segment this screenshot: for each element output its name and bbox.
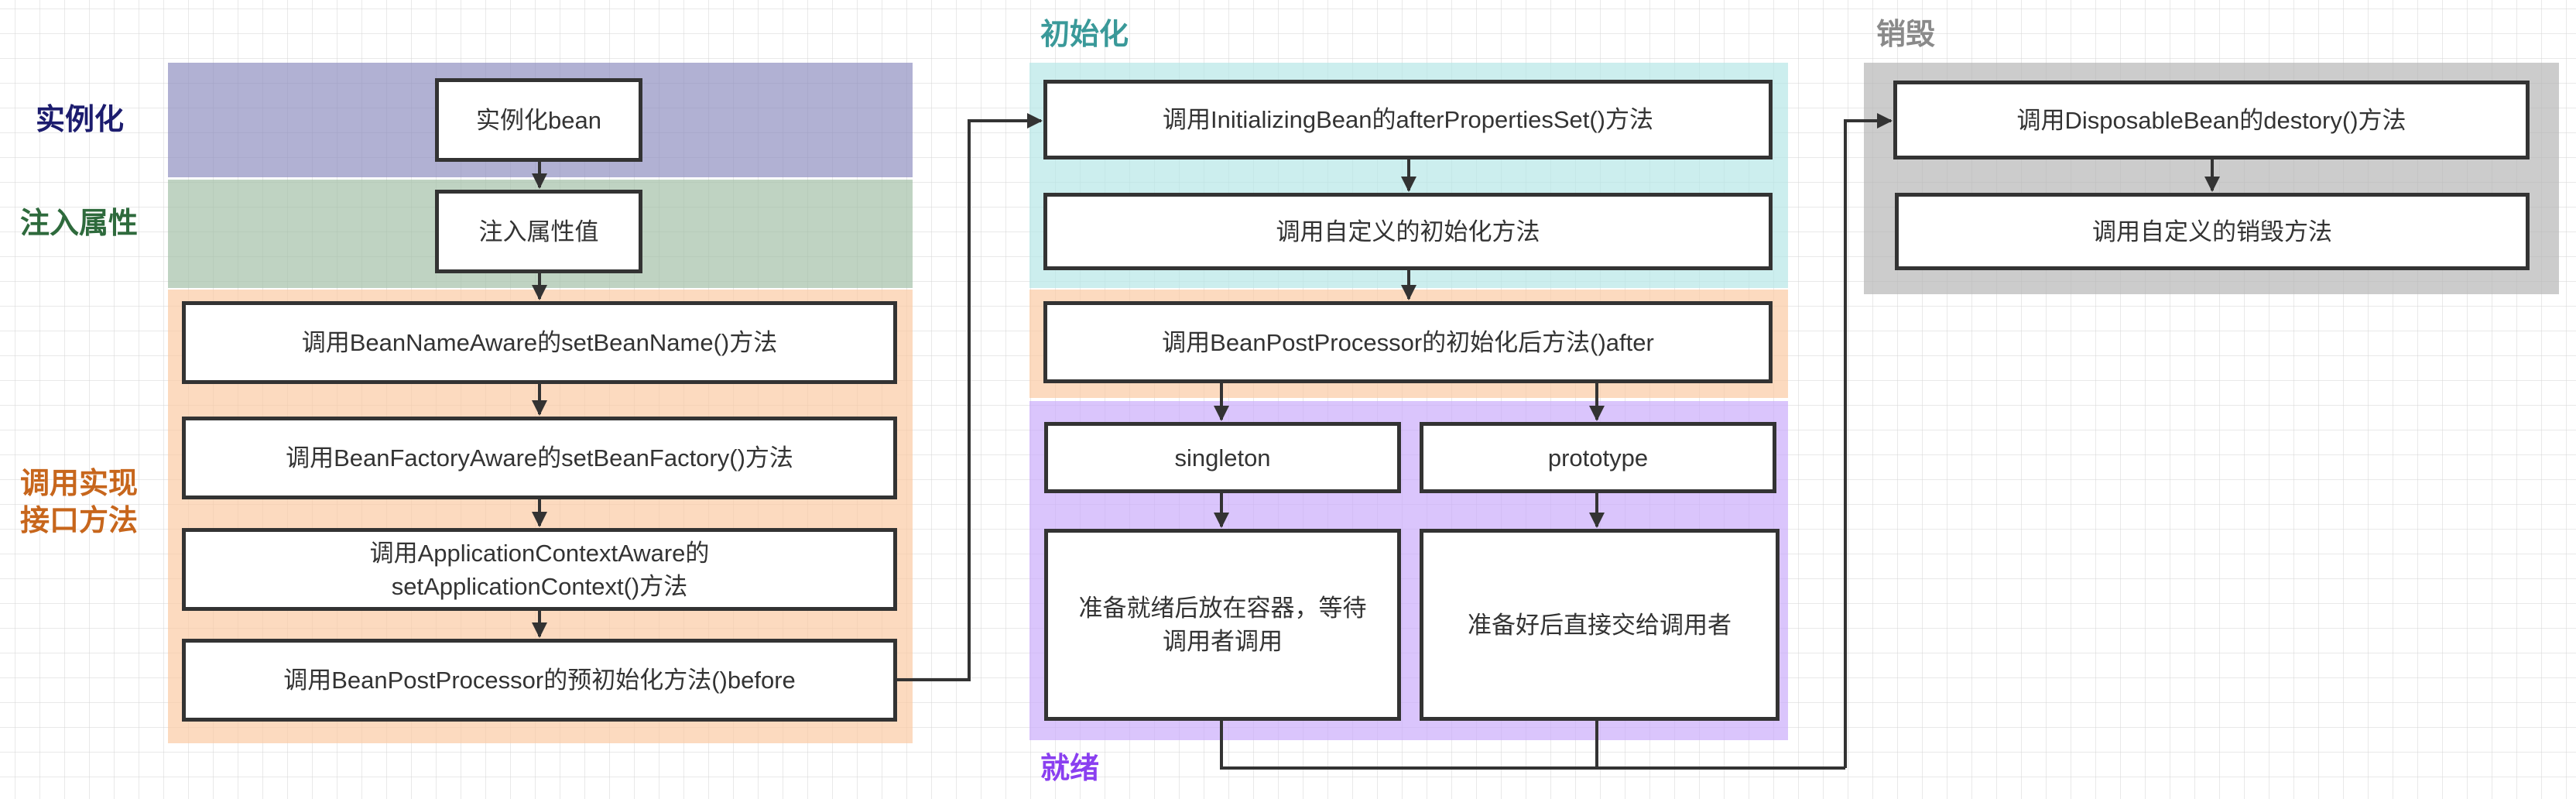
custom-destroy-text: 调用自定义的销毁方法 (2092, 218, 2332, 245)
ready-phase-label: 就绪 (1040, 751, 1100, 785)
initializing-bean-text: 调用InitializingBean的afterPropertiesSet()方… (1162, 106, 1654, 133)
prototype-text: prototype (1547, 444, 1649, 472)
post-processor-before-text: 调用BeanPostProcessor的预初始化方法()before (283, 667, 796, 694)
disposable-bean-text: 调用DisposableBean的destory()方法 (2016, 106, 2406, 134)
instantiate-bean-text: 实例化bean (476, 106, 601, 134)
bean-factory-aware-text: 调用BeanFactoryAware的setBeanFactory()方法 (286, 444, 793, 472)
singleton-ready-node[interactable]: 准备就绪后放在容器，等待调用者调用 (1044, 529, 1401, 721)
singleton-node[interactable]: singleton (1044, 422, 1401, 493)
initializing-bean-node[interactable]: 调用InitializingBean的afterPropertiesSet()方… (1043, 80, 1773, 159)
inject-properties-node[interactable]: 注入属性值 (435, 190, 642, 273)
bean-name-aware-text: 调用BeanNameAware的setBeanName()方法 (301, 329, 778, 356)
app-context-aware-node[interactable]: 调用ApplicationContextAware的 setApplicatio… (182, 528, 897, 611)
aware-phase-label-line1: 调用实现 (20, 466, 139, 500)
app-context-aware-text-line2: setApplicationContext()方法 (391, 572, 688, 600)
custom-init-node[interactable]: 调用自定义的初始化方法 (1043, 193, 1773, 270)
inject-properties-text: 注入属性值 (478, 218, 599, 245)
post-processor-after-node[interactable]: 调用BeanPostProcessor的初始化后方法()after (1043, 301, 1773, 383)
prototype-ready-node[interactable]: 准备好后直接交给调用者 (1420, 529, 1780, 721)
singleton-ready-text: 准备就绪后放在容器，等待调用者调用 (1078, 595, 1367, 655)
custom-destroy-node[interactable]: 调用自定义的销毁方法 (1895, 193, 2530, 270)
aware-phase-label: 调用实现 接口方法 (20, 465, 138, 539)
destroy-phase-label: 销毁 (1876, 17, 1936, 51)
instantiate-bean-node[interactable]: 实例化bean (435, 78, 642, 162)
prototype-node[interactable]: prototype (1420, 422, 1776, 493)
bean-factory-aware-node[interactable]: 调用BeanFactoryAware的setBeanFactory()方法 (182, 417, 897, 499)
disposable-bean-node[interactable]: 调用DisposableBean的destory()方法 (1893, 81, 2530, 159)
init-phase-label: 初始化 (1040, 17, 1129, 51)
bean-name-aware-node[interactable]: 调用BeanNameAware的setBeanName()方法 (182, 301, 897, 384)
singleton-text: singleton (1174, 444, 1271, 472)
post-processor-after-text: 调用BeanPostProcessor的初始化后方法()after (1162, 328, 1654, 356)
inject-phase-label: 注入属性 (20, 206, 139, 240)
instantiate-phase-label: 实例化 (36, 102, 125, 136)
app-context-aware-text-line1: 调用ApplicationContextAware的 (369, 539, 710, 567)
aware-phase-label-line2: 接口方法 (20, 503, 139, 537)
arrow-before-to-initializing-bean (897, 113, 1043, 681)
prototype-ready-text: 准备好后直接交给调用者 (1468, 611, 1732, 639)
custom-init-text: 调用自定义的初始化方法 (1276, 218, 1540, 245)
post-processor-before-node[interactable]: 调用BeanPostProcessor的预初始化方法()before (182, 639, 897, 722)
